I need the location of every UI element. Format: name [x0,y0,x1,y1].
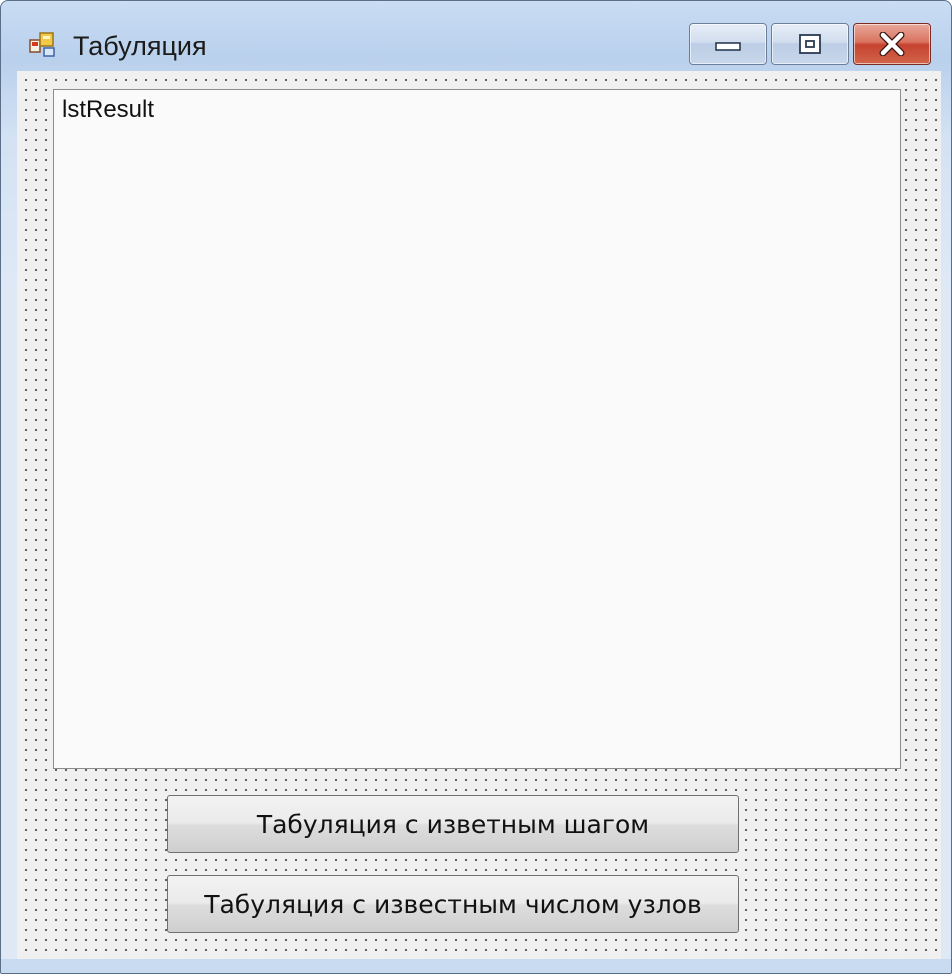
close-button[interactable] [853,23,931,65]
window-title: Табуляция [73,31,207,61]
restore-icon [772,24,848,64]
form-window: Табуляция lstResult Табуляция с изветным… [0,0,952,974]
minimize-button[interactable] [689,23,767,65]
title-bar[interactable]: Табуляция [1,1,951,69]
tabulate-by-step-button[interactable]: Табуляция с изветным шагом [167,795,739,853]
form-client-area: lstResult Табуляция с изветным шагом Таб… [17,71,941,959]
tabulate-by-nodes-button[interactable]: Табуляция с известным числом узлов [167,875,739,933]
window-bottom-border [1,959,951,973]
close-icon [854,24,930,64]
maximize-button[interactable] [771,23,849,65]
minimize-icon [690,24,766,64]
form-icon[interactable] [29,31,59,59]
listbox-name: lstResult [62,96,155,123]
result-listbox[interactable]: lstResult [53,89,901,769]
